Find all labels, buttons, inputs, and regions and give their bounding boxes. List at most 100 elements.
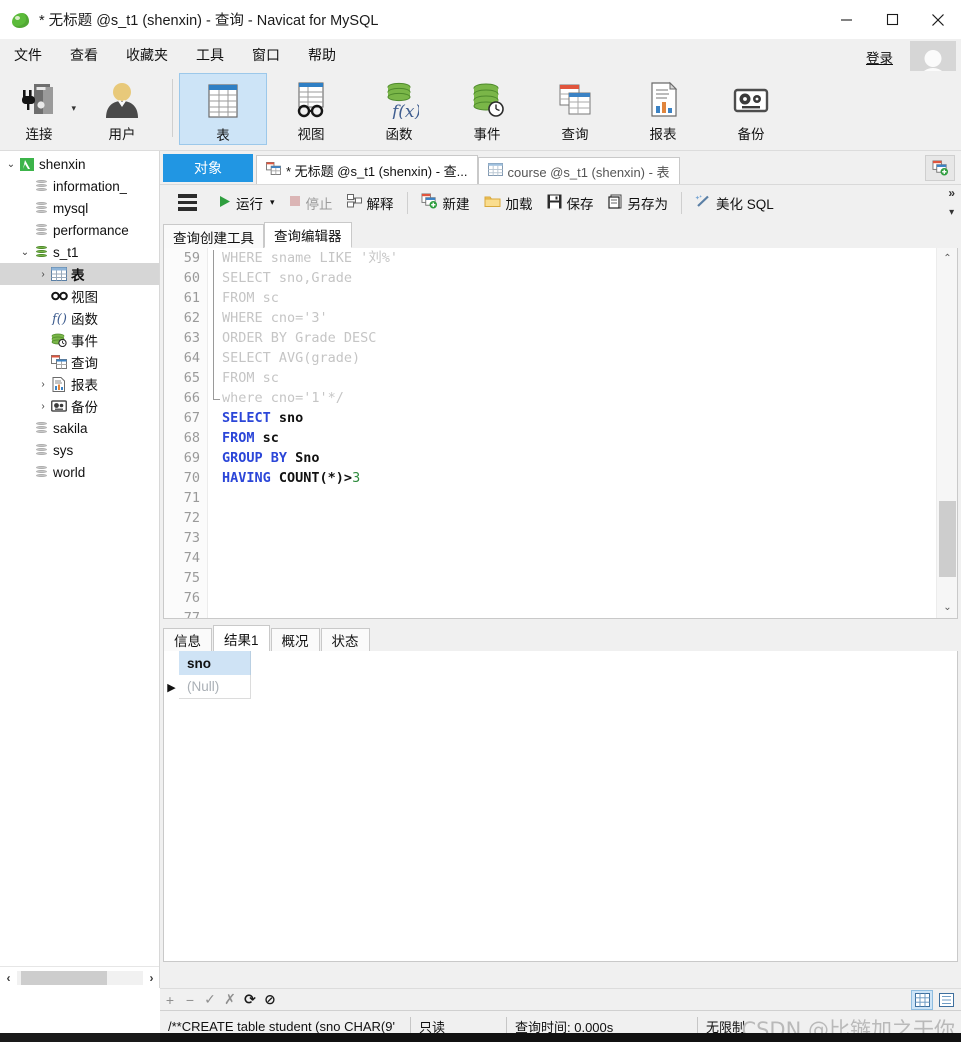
tab-query-editor[interactable]: 查询编辑器: [264, 222, 352, 248]
code-area[interactable]: WHERE sname LIKE '刘%' SELECT sno,Grade FRO…: [222, 248, 935, 618]
apply-change-button[interactable]: ✓: [200, 990, 220, 1010]
delete-record-button[interactable]: −: [180, 990, 200, 1010]
chevron-down-icon[interactable]: ▾: [270, 197, 275, 208]
code-line[interactable]: SELECT AVG(grade): [222, 348, 935, 368]
code-line[interactable]: [222, 568, 935, 588]
menu-item-window[interactable]: 窗口: [238, 39, 294, 71]
chevron-right-icon[interactable]: ›: [36, 379, 50, 390]
cancel-change-button[interactable]: ✗: [220, 990, 240, 1010]
query-toolbar-overflow-icon[interactable]: » ▾: [948, 187, 955, 218]
menu-item-view[interactable]: 查看: [56, 39, 112, 71]
tab-table-course[interactable]: course @s_t1 (shenxin) - 表: [477, 157, 680, 184]
cell-sno[interactable]: (Null): [179, 675, 251, 699]
chevron-down-icon[interactable]: ⌄: [18, 247, 32, 258]
sidebar-tree[interactable]: ⌄ shenxin information_ mysql performance…: [0, 151, 160, 988]
sql-editor[interactable]: 59 60 61 62 63 64 65 66 67 68 69 70 71 72 73 74 75 76 77 W…: [163, 248, 958, 619]
code-line[interactable]: GROUP BY Sno: [222, 448, 935, 468]
code-line[interactable]: FROM sc: [222, 288, 935, 308]
sidebar-item-mysql[interactable]: mysql: [0, 197, 159, 219]
toolbar-button-user[interactable]: 用户: [78, 73, 166, 145]
toolbar-button-event[interactable]: 事件: [443, 73, 531, 145]
column-header-sno[interactable]: sno: [179, 651, 251, 675]
code-line[interactable]: SELECT sno,Grade: [222, 268, 935, 288]
minimize-icon[interactable]: [823, 0, 869, 39]
toolbar-button-function[interactable]: f(x) 函数: [355, 73, 443, 145]
tab-info[interactable]: 信息: [163, 628, 212, 651]
code-line[interactable]: [222, 528, 935, 548]
table-row[interactable]: ▶ (Null): [164, 675, 957, 699]
sidebar-item-functions[interactable]: f() 函数: [0, 307, 159, 329]
grid-view-icon[interactable]: [911, 989, 933, 1010]
code-line[interactable]: FROM sc: [222, 368, 935, 388]
sidebar-item-views[interactable]: 视图: [0, 285, 159, 307]
hamburger-menu-icon[interactable]: [178, 194, 197, 211]
tab-query-untitled[interactable]: * 无标题 @s_t1 (shenxin) - 查...: [256, 155, 478, 184]
code-line[interactable]: HAVING COUNT(*)>3: [222, 468, 935, 488]
sidebar-item-shenxin[interactable]: ⌄ shenxin: [0, 153, 159, 175]
run-button[interactable]: 运行 ▾: [211, 188, 282, 218]
scroll-thumb[interactable]: [939, 501, 956, 577]
menu-item-file[interactable]: 文件: [0, 39, 56, 71]
tab-profile[interactable]: 概况: [270, 628, 320, 651]
sidebar-item-world[interactable]: world: [0, 461, 159, 483]
toolbar-button-backup[interactable]: 备份: [707, 73, 795, 145]
chevron-left-icon[interactable]: ‹: [0, 971, 17, 985]
sidebar-item-reports[interactable]: › 报表: [0, 373, 159, 395]
sidebar-horizontal-scrollbar[interactable]: ‹ ›: [0, 966, 159, 988]
menu-item-help[interactable]: 帮助: [294, 39, 350, 71]
beautify-sql-button[interactable]: 美化 SQL: [688, 188, 781, 218]
chevron-right-icon[interactable]: ›: [36, 269, 50, 280]
sidebar-item-sakila[interactable]: sakila: [0, 417, 159, 439]
refresh-button[interactable]: ⟳: [240, 990, 260, 1010]
add-record-button[interactable]: +: [160, 990, 180, 1010]
sidebar-item-tables[interactable]: › 表: [0, 263, 159, 285]
scroll-track[interactable]: [17, 970, 143, 985]
save-as-button[interactable]: 另存为: [601, 188, 676, 218]
code-line[interactable]: ORDER BY Grade DESC: [222, 328, 935, 348]
code-line[interactable]: [222, 508, 935, 528]
code-line[interactable]: [222, 488, 935, 508]
tab-objects[interactable]: 对象: [163, 154, 253, 182]
chevron-up-icon[interactable]: ⌃: [937, 248, 957, 269]
code-line[interactable]: where cno='1'*/: [222, 388, 935, 408]
chevron-right-icon[interactable]: ›: [36, 401, 50, 412]
close-icon[interactable]: [915, 0, 961, 39]
chevron-down-icon[interactable]: ⌄: [4, 159, 18, 170]
toolbar-button-table[interactable]: 表: [179, 73, 267, 145]
stop-loading-button[interactable]: ⊘: [260, 990, 280, 1010]
code-line[interactable]: [222, 548, 935, 568]
explain-button[interactable]: 解释: [340, 188, 401, 218]
sidebar-item-events[interactable]: 事件: [0, 329, 159, 351]
toolbar-button-report[interactable]: 报表: [619, 73, 707, 145]
code-line[interactable]: [222, 588, 935, 608]
code-line[interactable]: SELECT sno: [222, 408, 935, 428]
scroll-thumb[interactable]: [21, 970, 107, 985]
tab-query-builder[interactable]: 查询创建工具: [163, 224, 264, 248]
code-line[interactable]: FROM sc: [222, 428, 935, 448]
add-tab-icon[interactable]: [925, 155, 955, 181]
save-button[interactable]: 保存: [540, 188, 601, 218]
chevron-down-icon[interactable]: ▾: [71, 103, 76, 114]
toolbar-button-query[interactable]: 查询: [531, 73, 619, 145]
code-line[interactable]: WHERE sname LIKE '刘%': [222, 248, 935, 268]
editor-vertical-scrollbar[interactable]: ⌃ ⌄: [936, 248, 957, 618]
code-line[interactable]: [222, 608, 935, 618]
maximize-icon[interactable]: [869, 0, 915, 39]
new-button[interactable]: 新建: [414, 188, 477, 218]
toolbar-button-connection[interactable]: 连接 ▾: [0, 73, 78, 145]
menu-item-tools[interactable]: 工具: [182, 39, 238, 71]
tab-status[interactable]: 状态: [320, 628, 370, 651]
chevron-down-icon[interactable]: ⌄: [937, 597, 957, 618]
sidebar-item-performance-schema[interactable]: performance: [0, 219, 159, 241]
sidebar-item-sys[interactable]: sys: [0, 439, 159, 461]
result-grid[interactable]: sno ▶ (Null): [163, 651, 958, 962]
sidebar-item-s_t1[interactable]: ⌄ s_t1: [0, 241, 159, 263]
sidebar-item-information-schema[interactable]: information_: [0, 175, 159, 197]
fold-bracket-icon[interactable]: [213, 250, 220, 400]
chevron-right-icon[interactable]: ›: [143, 971, 159, 985]
form-view-icon[interactable]: [935, 990, 957, 1010]
login-link[interactable]: 登录: [866, 47, 893, 67]
sidebar-item-queries[interactable]: 查询: [0, 351, 159, 373]
sidebar-item-backups[interactable]: › 备份: [0, 395, 159, 417]
load-button[interactable]: 加载: [477, 188, 540, 218]
